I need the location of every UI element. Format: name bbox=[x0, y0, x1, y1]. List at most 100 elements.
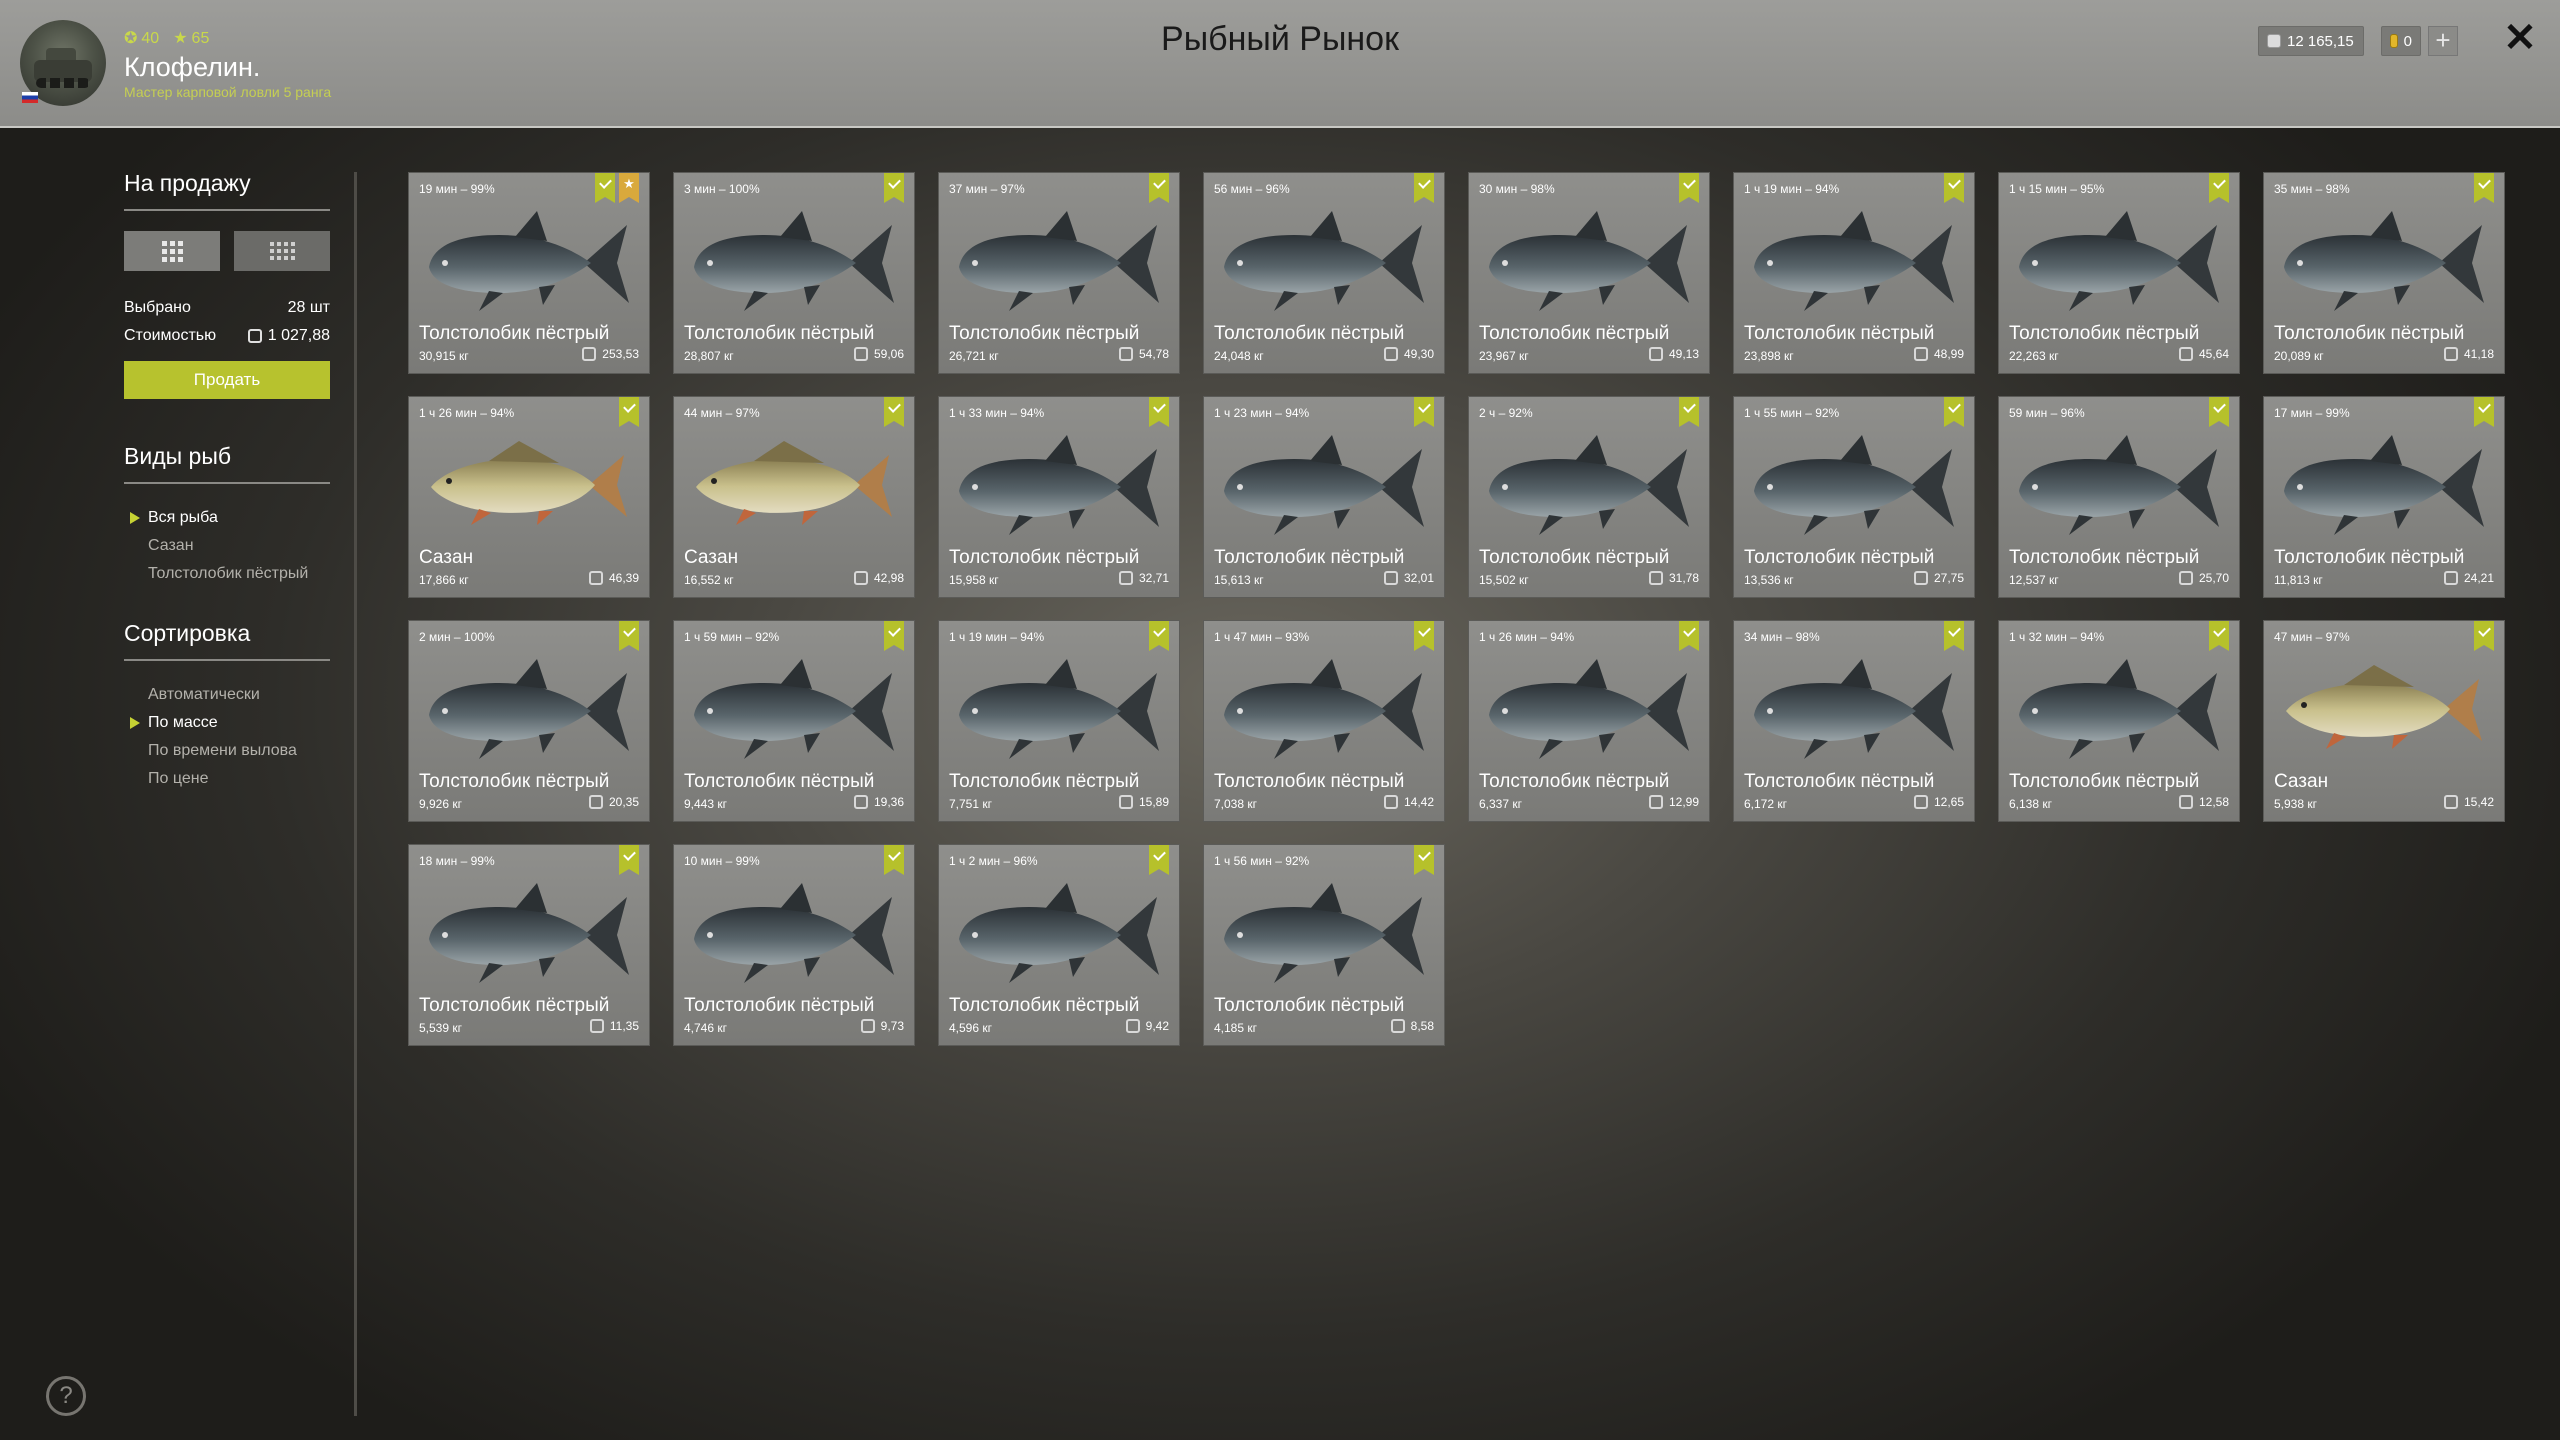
selected-check-icon[interactable] bbox=[884, 173, 904, 203]
selected-check-icon[interactable] bbox=[1679, 397, 1699, 427]
catch-time-quality: 1 ч 19 мин – 94% bbox=[949, 630, 1045, 644]
price-value: 32,01 bbox=[1403, 571, 1434, 585]
selected-check-icon[interactable] bbox=[1679, 621, 1699, 651]
sorting-option[interactable]: По цене bbox=[124, 765, 330, 793]
species-option[interactable]: Сазан bbox=[124, 532, 330, 560]
selected-check-icon[interactable] bbox=[1414, 621, 1434, 651]
fish-card[interactable]: 10 мин – 99% Толстолобик пёстрый 4,746 кг 9… bbox=[673, 844, 915, 1046]
fish-card[interactable]: 1 ч 19 мин – 94% Толстолобик пёстрый 23,89… bbox=[1733, 172, 1975, 374]
fish-name: Толстолобик пёстрый bbox=[949, 323, 1140, 344]
fish-card[interactable]: 47 мин – 97% Сазан 5,938 кг 15,42 bbox=[2263, 620, 2505, 822]
fish-card[interactable]: 44 мин – 97% Сазан 16,552 кг 42,98 bbox=[673, 396, 915, 598]
selected-check-icon[interactable] bbox=[1149, 621, 1169, 651]
fish-card[interactable]: 1 ч 26 мин – 94% Толстолобик пёстрый 6,337… bbox=[1468, 620, 1710, 822]
fish-card[interactable]: 1 ч 56 мин – 92% Толстолобик пёстрый 4,185… bbox=[1203, 844, 1445, 1046]
fish-card[interactable]: 37 мин – 97% Толстолобик пёстрый 26,721 кг… bbox=[938, 172, 1180, 374]
silver-coin-icon bbox=[2443, 795, 2458, 809]
selected-check-icon[interactable] bbox=[1149, 397, 1169, 427]
catch-time-quality: 35 мин – 98% bbox=[2274, 182, 2350, 196]
fish-card[interactable]: 59 мин – 96% Толстолобик пёстрый 12,537 кг… bbox=[1998, 396, 2240, 598]
fish-weight: 6,138 кг bbox=[2009, 797, 2052, 811]
fish-name: Толстолобик пёстрый bbox=[1214, 547, 1405, 568]
silver-coin-icon bbox=[2443, 347, 2458, 361]
selected-check-icon[interactable] bbox=[1149, 173, 1169, 203]
silver-balance: 12 165,15 bbox=[2258, 26, 2364, 56]
selected-check-icon[interactable] bbox=[1679, 173, 1699, 203]
fish-name: Толстолобик пёстрый bbox=[1214, 995, 1405, 1016]
silver-coin-icon bbox=[2178, 795, 2193, 809]
fish-name: Толстолобик пёстрый bbox=[419, 771, 610, 792]
fish-card[interactable]: 2 мин – 100% Толстолобик пёстрый 9,926 кг 2… bbox=[408, 620, 650, 822]
fish-card[interactable]: 1 ч 15 мин – 95% Толстолобик пёстрый 22,26… bbox=[1998, 172, 2240, 374]
selected-check-icon[interactable] bbox=[2209, 397, 2229, 427]
fish-card[interactable]: 56 мин – 96% Толстолобик пёстрый 24,048 кг… bbox=[1203, 172, 1445, 374]
fish-price: 14,42 bbox=[1383, 795, 1434, 809]
fish-price: 24,21 bbox=[2443, 571, 2494, 585]
fish-weight: 15,958 кг bbox=[949, 573, 999, 587]
selected-check-icon[interactable] bbox=[1414, 173, 1434, 203]
fish-name: Толстолобик пёстрый bbox=[684, 771, 875, 792]
fish-name: Толстолобик пёстрый bbox=[419, 323, 610, 344]
help-button[interactable]: ? bbox=[46, 1376, 86, 1416]
fish-card[interactable]: 1 ч 47 мин – 93% Толстолобик пёстрый 7,038… bbox=[1203, 620, 1445, 822]
catch-time-quality: 10 мин – 99% bbox=[684, 854, 760, 868]
close-button[interactable]: ✕ bbox=[2500, 18, 2540, 58]
selected-check-icon[interactable] bbox=[884, 621, 904, 651]
sorting-option[interactable]: По времени вылова bbox=[124, 737, 330, 765]
fish-card[interactable]: 19 мин – 99% ★ Толстолобик пёстрый 30,915 к… bbox=[408, 172, 650, 374]
selected-check-icon[interactable] bbox=[1414, 845, 1434, 875]
fish-card[interactable]: 1 ч 55 мин – 92% Толстолобик пёстрый 13,53… bbox=[1733, 396, 1975, 598]
selected-check-icon[interactable] bbox=[1149, 845, 1169, 875]
view-toggle bbox=[124, 231, 330, 271]
selected-check-icon[interactable] bbox=[884, 397, 904, 427]
bighead-carp-image bbox=[694, 883, 894, 983]
price-value: 12,65 bbox=[1933, 795, 1964, 809]
sell-button[interactable]: Продать bbox=[124, 361, 330, 399]
selected-check-icon[interactable] bbox=[619, 621, 639, 651]
selected-check-icon[interactable] bbox=[2474, 397, 2494, 427]
sorting-option[interactable]: Автоматически bbox=[124, 681, 330, 709]
favorite-star-icon[interactable]: ★ bbox=[619, 173, 639, 203]
selected-check-icon[interactable] bbox=[884, 845, 904, 875]
species-option[interactable]: Толстолобик пёстрый bbox=[124, 560, 330, 588]
selected-check-icon[interactable] bbox=[619, 845, 639, 875]
selected-check-icon[interactable] bbox=[1944, 397, 1964, 427]
price-value: 12,99 bbox=[1668, 795, 1699, 809]
fish-card[interactable]: 1 ч 33 мин – 94% Толстолобик пёстрый 15,95… bbox=[938, 396, 1180, 598]
large-grid-view-button[interactable] bbox=[124, 231, 220, 271]
add-currency-button[interactable]: + bbox=[2428, 26, 2458, 56]
catch-time-quality: 59 мин – 96% bbox=[2009, 406, 2085, 420]
fish-card[interactable]: 1 ч 32 мин – 94% Толстолобик пёстрый 6,138… bbox=[1998, 620, 2240, 822]
selected-check-icon[interactable] bbox=[2474, 173, 2494, 203]
fish-card[interactable]: 1 ч 26 мин – 94% Сазан 17,866 кг 46,39 bbox=[408, 396, 650, 598]
fish-card[interactable]: 1 ч 2 мин – 96% Толстолобик пёстрый 4,596 … bbox=[938, 844, 1180, 1046]
selected-check-icon[interactable] bbox=[2474, 621, 2494, 651]
fish-card[interactable]: 1 ч 19 мин – 94% Толстолобик пёстрый 7,751… bbox=[938, 620, 1180, 822]
fish-price: 46,39 bbox=[588, 571, 639, 585]
species-option[interactable]: Вся рыба bbox=[124, 504, 330, 532]
fish-card[interactable]: 18 мин – 99% Толстолобик пёстрый 5,539 кг 1… bbox=[408, 844, 650, 1046]
catch-time-quality: 1 ч 32 мин – 94% bbox=[2009, 630, 2105, 644]
fish-card[interactable]: 34 мин – 98% Толстолобик пёстрый 6,172 кг 1… bbox=[1733, 620, 1975, 822]
fish-card[interactable]: 1 ч 23 мин – 94% Толстолобик пёстрый 15,61… bbox=[1203, 396, 1445, 598]
fish-price: 27,75 bbox=[1913, 571, 1964, 585]
small-grid-view-button[interactable] bbox=[234, 231, 330, 271]
selected-check-icon[interactable] bbox=[1944, 173, 1964, 203]
selected-check-icon[interactable] bbox=[1414, 397, 1434, 427]
selected-check-icon[interactable] bbox=[2209, 173, 2229, 203]
fish-card[interactable]: 1 ч 59 мин – 92% Толстолобик пёстрый 9,443… bbox=[673, 620, 915, 822]
selected-check-icon[interactable] bbox=[1944, 621, 1964, 651]
fish-card[interactable]: 17 мин – 99% Толстолобик пёстрый 11,813 кг… bbox=[2263, 396, 2505, 598]
fish-name: Толстолобик пёстрый bbox=[1479, 547, 1670, 568]
sorting-option[interactable]: По массе bbox=[124, 709, 330, 737]
fish-name: Толстолобик пёстрый bbox=[2009, 547, 2200, 568]
selected-check-icon[interactable] bbox=[619, 397, 639, 427]
selected-check-icon[interactable] bbox=[595, 173, 615, 203]
silver-coin-icon bbox=[1913, 347, 1928, 361]
selected-check-icon[interactable] bbox=[2209, 621, 2229, 651]
fish-card[interactable]: 35 мин – 98% Толстолобик пёстрый 20,089 кг… bbox=[2263, 172, 2505, 374]
fish-card[interactable]: 2 ч – 92% Толстолобик пёстрый 15,502 кг 31,… bbox=[1468, 396, 1710, 598]
fish-card[interactable]: 30 мин – 98% Толстолобик пёстрый 23,967 кг… bbox=[1468, 172, 1710, 374]
bighead-carp-image bbox=[1224, 659, 1424, 759]
fish-card[interactable]: 3 мин – 100% Толстолобик пёстрый 28,807 кг… bbox=[673, 172, 915, 374]
